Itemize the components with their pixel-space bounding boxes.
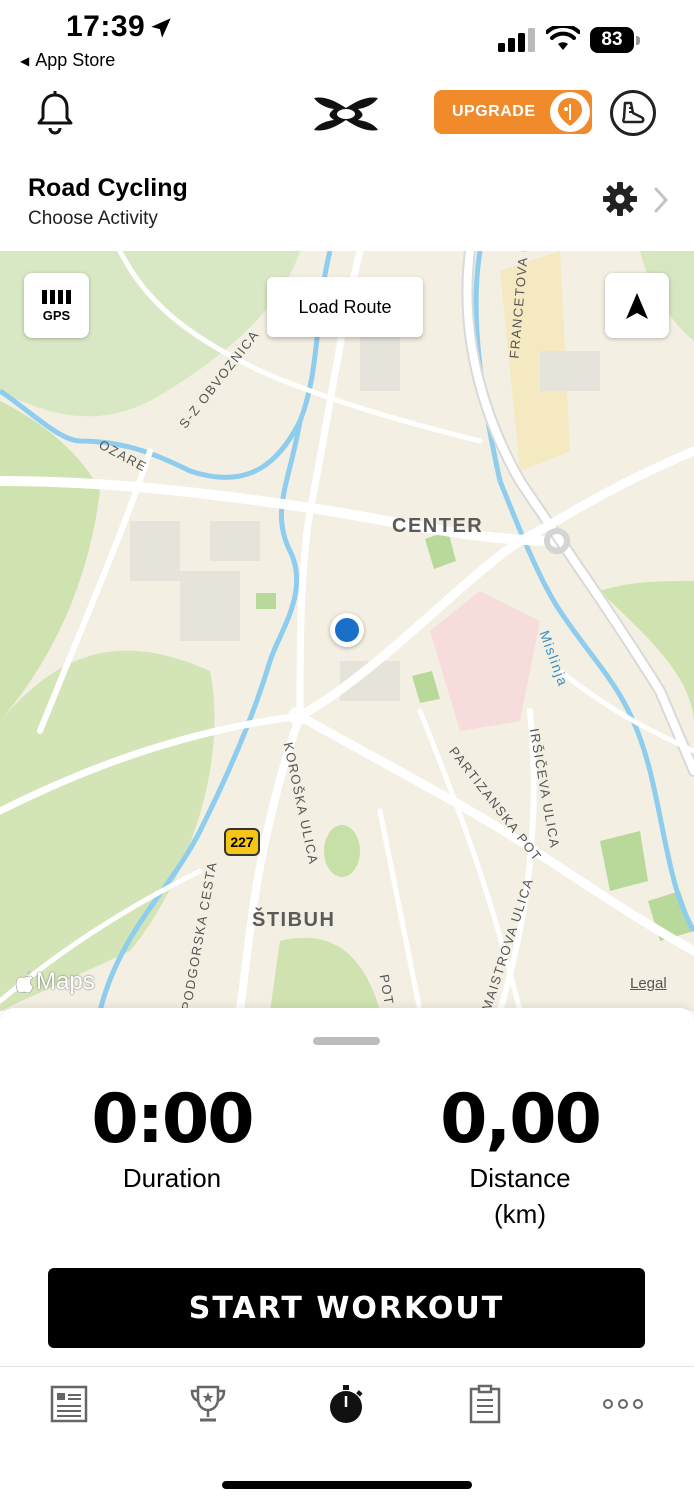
back-app-label: App Store bbox=[35, 50, 116, 70]
upgrade-button[interactable]: UPGRADE bbox=[434, 90, 592, 134]
tab-plans[interactable] bbox=[465, 1383, 505, 1425]
apple-logo-icon bbox=[16, 971, 34, 993]
distance-label: Distance bbox=[469, 1163, 571, 1193]
sheet-grabber[interactable] bbox=[313, 1037, 380, 1045]
stopwatch-icon bbox=[330, 1385, 363, 1423]
bell-icon[interactable] bbox=[34, 90, 76, 136]
back-caret-icon: ◀ bbox=[20, 53, 30, 68]
status-time: 17:39 bbox=[66, 10, 146, 43]
upgrade-label: UPGRADE bbox=[452, 103, 536, 120]
mvp-badge-icon bbox=[550, 92, 590, 132]
navigation-arrow-icon bbox=[626, 292, 648, 319]
map-label-stibuh: ŠTIBUH bbox=[252, 909, 336, 931]
duration-value: 0:00 bbox=[91, 1080, 254, 1159]
gps-signal-icon bbox=[42, 288, 71, 304]
road-number-shield: 227 bbox=[224, 828, 260, 856]
load-route-button[interactable]: Load Route bbox=[267, 277, 423, 337]
tab-feed[interactable] bbox=[49, 1383, 89, 1425]
start-workout-button[interactable]: START WORKOUT bbox=[48, 1268, 645, 1348]
tab-bar bbox=[0, 1366, 694, 1500]
duration-label: Duration bbox=[122, 1163, 222, 1193]
gps-label: GPS bbox=[42, 308, 71, 323]
apple-maps-attribution: Maps bbox=[16, 968, 95, 996]
chevron-right-icon bbox=[654, 187, 669, 213]
trophy-icon bbox=[190, 1385, 226, 1422]
legal-link[interactable]: Legal bbox=[630, 975, 667, 992]
battery-level: 83 bbox=[590, 27, 634, 53]
activity-subtitle: Choose Activity bbox=[28, 208, 158, 229]
activity-selector[interactable]: Road Cycling Choose Activity bbox=[0, 166, 694, 250]
battery-tip bbox=[636, 36, 640, 45]
tab-record[interactable] bbox=[326, 1383, 366, 1425]
tab-challenges[interactable] bbox=[188, 1383, 228, 1425]
duration-stat: 0:00 Duration bbox=[72, 1080, 272, 1196]
gps-status-button[interactable]: GPS bbox=[24, 273, 89, 338]
feed-icon bbox=[50, 1385, 88, 1423]
location-arrow-icon bbox=[151, 18, 171, 38]
home-indicator[interactable] bbox=[222, 1481, 472, 1489]
activity-title: Road Cycling bbox=[28, 174, 188, 202]
top-nav: UPGRADE bbox=[0, 82, 694, 152]
maps-attribution-label: Maps bbox=[36, 968, 95, 995]
workout-sheet: 0:00 Duration 0,00 Distance (km) START W… bbox=[0, 1008, 694, 1366]
shoe-icon[interactable] bbox=[610, 90, 656, 136]
distance-stat: 0,00 Distance (km) bbox=[420, 1080, 620, 1232]
back-to-app-link[interactable]: ◀ App Store bbox=[20, 50, 115, 71]
status-bar: 17:39 ◀ App Store 83 bbox=[0, 0, 694, 80]
under-armour-logo bbox=[314, 97, 378, 131]
cellular-signal-icon bbox=[498, 28, 535, 52]
distance-value: 0,00 bbox=[440, 1080, 602, 1159]
battery-indicator: 83 bbox=[590, 27, 640, 53]
current-location-marker bbox=[330, 613, 364, 647]
map-label-center: CENTER bbox=[392, 515, 484, 537]
clipboard-icon bbox=[469, 1384, 501, 1424]
distance-unit: (km) bbox=[494, 1199, 546, 1229]
more-icon bbox=[603, 1399, 643, 1409]
tab-more[interactable] bbox=[603, 1383, 643, 1425]
wifi-icon bbox=[546, 26, 580, 50]
recenter-button[interactable] bbox=[605, 273, 669, 338]
map-view[interactable]: CENTER ŠTIBUH S-Z OBVOZNICA OZARE FRANCE… bbox=[0, 251, 694, 1011]
gear-icon[interactable] bbox=[602, 181, 638, 217]
